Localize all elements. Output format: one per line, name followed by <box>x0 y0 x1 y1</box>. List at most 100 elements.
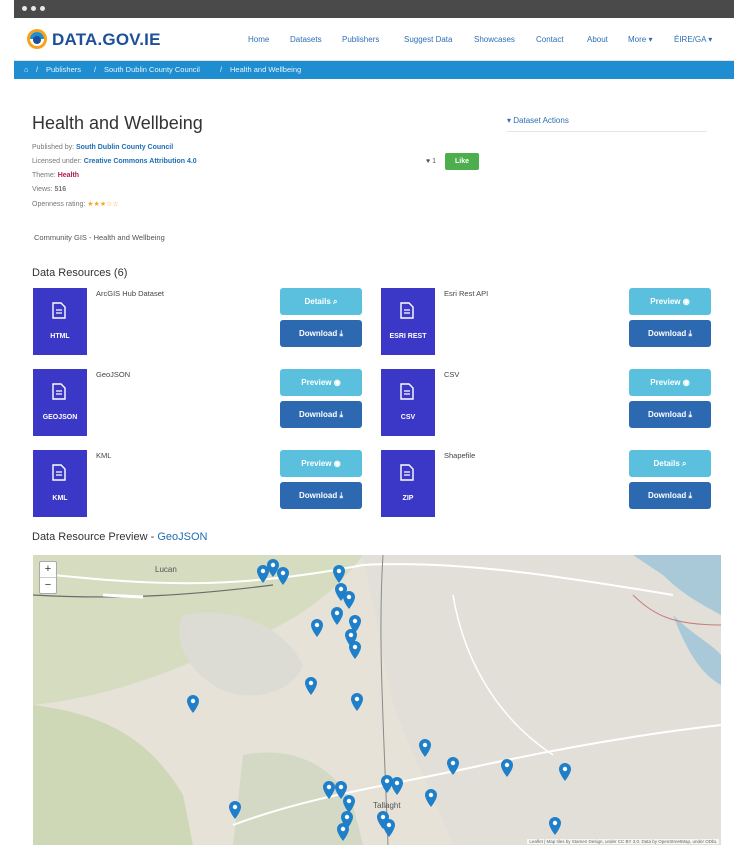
map-marker-icon[interactable] <box>333 565 345 583</box>
resource-preview-button[interactable]: Preview ◉ <box>629 288 711 315</box>
map-marker-icon[interactable] <box>391 777 403 795</box>
nav-language-dropdown[interactable]: ÉIRE/GA ▾ <box>674 35 712 44</box>
divider <box>507 131 707 132</box>
map-marker-icon[interactable] <box>323 781 335 799</box>
nav-contact[interactable]: Contact <box>536 35 564 44</box>
window-dot-close[interactable] <box>22 6 27 11</box>
preview-format-link[interactable]: GeoJSON <box>157 531 207 543</box>
resource-format-icon[interactable]: ESRI REST <box>381 288 435 355</box>
views-count: 516 <box>54 186 67 193</box>
nav-publishers[interactable]: Publishers <box>342 35 379 44</box>
document-icon <box>400 464 414 481</box>
nav-datasets[interactable]: Datasets <box>290 35 322 44</box>
meta-openness: Openness rating: ★★★☆☆ <box>32 200 119 208</box>
map-marker-icon[interactable] <box>187 695 199 713</box>
map-town-label: Lucan <box>155 565 177 574</box>
map-marker-icon[interactable] <box>351 693 363 711</box>
resource-preview-button[interactable]: Preview ◉ <box>629 369 711 396</box>
resource-format-icon[interactable]: KML <box>33 450 87 517</box>
nav-more-dropdown[interactable]: More ▾ <box>628 35 652 44</box>
map-marker-icon[interactable] <box>277 567 289 585</box>
map-marker-icon[interactable] <box>559 763 571 781</box>
resource-format-icon[interactable]: ZIP <box>381 450 435 517</box>
map-marker-icon[interactable] <box>331 607 343 625</box>
map-marker-icon[interactable] <box>349 641 361 659</box>
resource-details-button[interactable]: Details ⌕ <box>629 450 711 477</box>
resource-name: Esri Rest API <box>444 289 489 298</box>
map-marker-icon[interactable] <box>305 677 317 695</box>
license-link[interactable]: Creative Commons Attribution 4.0 <box>84 158 197 165</box>
nav-home[interactable]: Home <box>248 35 269 44</box>
theme-link[interactable]: Health <box>58 172 79 179</box>
document-icon <box>52 302 66 319</box>
meta-label: Theme: <box>32 172 56 179</box>
publisher-link[interactable]: South Dublin County Council <box>76 144 173 151</box>
like-count: ♥ 1 <box>426 158 437 165</box>
like-count-value: 1 <box>432 158 437 165</box>
resource-format-icon[interactable]: CSV <box>381 369 435 436</box>
map-marker-icon[interactable] <box>343 591 355 609</box>
map-marker-icon[interactable] <box>447 757 459 775</box>
breadcrumb: ⌂ / Publishers / South Dublin County Cou… <box>14 61 734 79</box>
resource-name: KML <box>96 451 112 460</box>
home-icon[interactable]: ⌂ <box>24 65 29 74</box>
resource-name: CSV <box>444 370 460 379</box>
resource-format-label: ESRI REST <box>389 333 427 340</box>
resource-download-button[interactable]: Download ⤓ <box>280 482 362 509</box>
meta-label: Published by: <box>32 144 75 151</box>
meta-label: Openness rating: <box>32 201 86 208</box>
map-town-label: Tallaght <box>373 801 401 810</box>
dataset-actions-toggle[interactable]: ▾ Dataset Actions <box>507 116 569 125</box>
site-logo-text[interactable]: DATA.GOV.IE <box>52 30 161 50</box>
resource-format-icon[interactable]: HTML <box>33 288 87 355</box>
page-title: Health and Wellbeing <box>32 113 203 133</box>
nav-about[interactable]: About <box>587 35 608 44</box>
map-marker-icon[interactable] <box>383 819 395 837</box>
resource-details-button[interactable]: Details ⌕ <box>280 288 362 315</box>
preview-heading-prefix: Data Resource Preview - <box>32 531 158 543</box>
window-dot-minimize[interactable] <box>31 6 36 11</box>
resource-download-button[interactable]: Download ⤓ <box>629 320 711 347</box>
logo-icon <box>27 29 47 49</box>
map-marker-icon[interactable] <box>311 619 323 637</box>
map-zoom-out-button[interactable]: − <box>40 578 56 593</box>
meta-published-by: Published by: South Dublin County Counci… <box>32 144 173 151</box>
resource-name: GeoJSON <box>96 370 131 379</box>
map-marker-icon[interactable] <box>501 759 513 777</box>
breadcrumb-publisher[interactable]: South Dublin County Council <box>104 65 200 74</box>
like-button[interactable]: Like <box>445 153 479 170</box>
map-marker-icon[interactable] <box>549 817 561 835</box>
breadcrumb-separator: / <box>94 65 97 74</box>
resource-preview-button[interactable]: Preview ◉ <box>280 450 362 477</box>
resource-format-icon[interactable]: GEOJSON <box>33 369 87 436</box>
map-preview[interactable]: Lucan Tallaght + − Leaflet | Map tiles b… <box>33 555 721 845</box>
dataset-content: Health and Wellbeing Published by: South… <box>14 79 734 845</box>
resource-download-button[interactable]: Download ⤓ <box>629 482 711 509</box>
resource-preview-button[interactable]: Preview ◉ <box>280 369 362 396</box>
document-icon <box>400 383 414 400</box>
map-attribution: Leaflet | Map tiles by Stamen Design, un… <box>527 839 719 844</box>
preview-heading: Data Resource Preview - GeoJSON <box>32 531 207 543</box>
resource-download-button[interactable]: Download ⤓ <box>280 401 362 428</box>
resource-name: Shapefile <box>444 451 476 460</box>
map-marker-icon[interactable] <box>337 823 349 841</box>
resource-download-button[interactable]: Download ⤓ <box>629 401 711 428</box>
map-marker-icon[interactable] <box>419 739 431 757</box>
map-zoom-in-button[interactable]: + <box>40 562 56 578</box>
meta-views: Views: 516 <box>32 186 66 193</box>
window-dot-maximize[interactable] <box>40 6 45 11</box>
map-marker-icon[interactable] <box>229 801 241 819</box>
map-marker-icon[interactable] <box>425 789 437 807</box>
resource-download-button[interactable]: Download ⤓ <box>280 320 362 347</box>
resource-format-label: ZIP <box>402 495 414 502</box>
top-navbar: DATA.GOV.IE Home Datasets Publishers Sug… <box>14 18 734 61</box>
meta-theme: Theme: Health <box>32 172 79 179</box>
resource-format-label: KML <box>52 495 68 502</box>
meta-label: Views: <box>32 186 53 193</box>
openness-stars: ★★★☆☆ <box>87 201 119 208</box>
breadcrumb-publishers[interactable]: Publishers <box>46 65 81 74</box>
document-icon <box>52 464 66 481</box>
nav-showcases[interactable]: Showcases <box>474 35 515 44</box>
window-title-bar <box>14 0 734 18</box>
nav-suggest-data[interactable]: Suggest Data <box>404 35 452 44</box>
